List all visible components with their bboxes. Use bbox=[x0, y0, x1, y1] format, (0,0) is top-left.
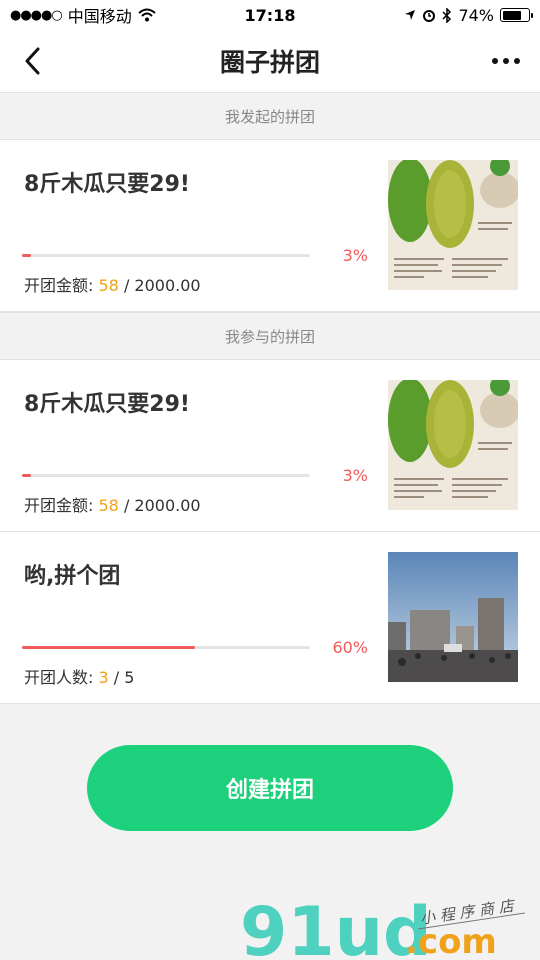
meta-separator: / bbox=[108, 668, 125, 687]
group-buy-card[interactable]: 8斤木瓜只要29! 3% 开团金额: 58 / 2000.00 bbox=[0, 140, 540, 312]
more-button[interactable] bbox=[486, 41, 526, 81]
wifi-icon bbox=[138, 8, 156, 22]
meta-separator: / bbox=[118, 276, 135, 295]
papaya-image bbox=[388, 380, 518, 510]
progress-fill bbox=[22, 646, 195, 649]
meta-label: 开团人数: bbox=[24, 668, 94, 687]
meta-value: 3 bbox=[98, 668, 109, 687]
bluetooth-icon bbox=[442, 7, 452, 23]
meta-value: 58 bbox=[98, 496, 119, 515]
nav-bar: 圈子拼团 bbox=[0, 30, 540, 92]
more-dot bbox=[514, 58, 520, 64]
progress-percent: 60% bbox=[332, 638, 368, 657]
chevron-left-icon bbox=[25, 47, 40, 75]
card-meta: 开团金额: 58 / 2000.00 bbox=[24, 272, 201, 296]
group-buy-card[interactable]: 哟,拼个团 60% 开团人数: 3 / 5 bbox=[0, 532, 540, 704]
signal-icon: ●●●●○ bbox=[10, 7, 63, 23]
svg-text:91ud: 91ud bbox=[240, 893, 432, 960]
battery-icon bbox=[500, 8, 533, 22]
alarm-icon bbox=[423, 10, 436, 22]
create-group-buy-button[interactable]: 创建拼团 bbox=[87, 745, 453, 831]
progress-bar bbox=[22, 474, 310, 477]
battery-percent: 74% bbox=[458, 5, 494, 25]
more-dots-icon bbox=[492, 58, 498, 64]
progress-bar bbox=[22, 254, 310, 257]
progress-fill bbox=[22, 254, 31, 257]
progress-percent: 3% bbox=[342, 246, 368, 265]
location-arrow-icon bbox=[405, 10, 416, 20]
watermark-logo: 91ud .com 小 程 序 商 店 bbox=[240, 885, 540, 960]
progress-percent: 3% bbox=[342, 466, 368, 485]
progress-fill bbox=[22, 474, 31, 477]
meta-total: 2000.00 bbox=[134, 276, 201, 295]
meta-total: 2000.00 bbox=[134, 496, 201, 515]
meta-label: 开团金额: bbox=[24, 496, 94, 515]
progress-bar bbox=[22, 646, 310, 649]
section-header-initiated: 我发起的拼团 bbox=[0, 92, 540, 140]
meta-value: 58 bbox=[98, 276, 119, 295]
card-meta: 开团人数: 3 / 5 bbox=[24, 664, 134, 688]
card-title: 8斤木瓜只要29! bbox=[24, 172, 190, 197]
card-title: 8斤木瓜只要29! bbox=[24, 392, 190, 417]
meta-label: 开团金额: bbox=[24, 276, 94, 295]
svg-text:.com: .com bbox=[405, 922, 497, 960]
meta-total: 5 bbox=[124, 668, 135, 687]
more-dot bbox=[503, 58, 509, 64]
card-title: 哟,拼个团 bbox=[24, 564, 121, 589]
status-bar: ●●●●○ 中国移动 17:18 74% bbox=[0, 0, 540, 30]
back-button[interactable] bbox=[14, 41, 50, 81]
papaya-image bbox=[388, 160, 518, 290]
carrier-label: 中国移动 bbox=[67, 7, 132, 26]
group-buy-card[interactable]: 8斤木瓜只要29! 3% 开团金额: 58 / 2000.00 bbox=[0, 360, 540, 532]
battery-fill bbox=[502, 10, 521, 20]
page-title: 圈子拼团 bbox=[219, 48, 320, 77]
section-header-joined: 我参与的拼团 bbox=[0, 312, 540, 360]
street-photo-image bbox=[388, 552, 518, 682]
card-meta: 开团金额: 58 / 2000.00 bbox=[24, 492, 201, 516]
meta-separator: / bbox=[118, 496, 135, 515]
